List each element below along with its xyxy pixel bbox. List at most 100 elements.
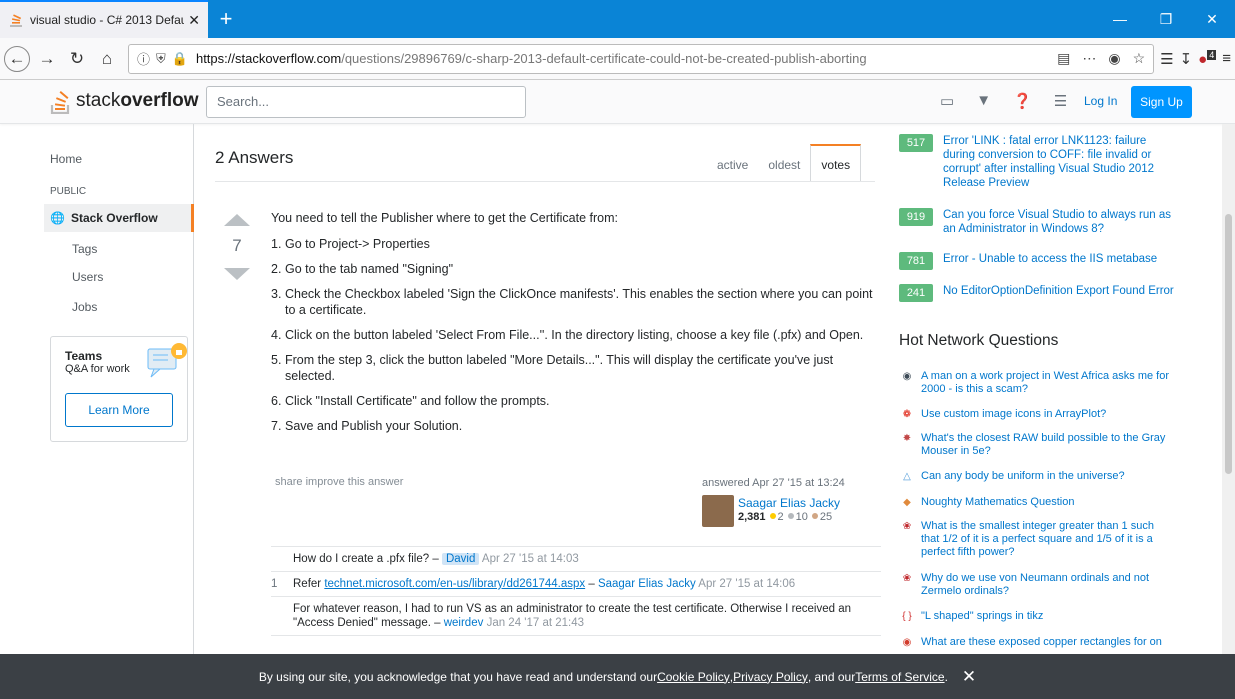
comment-user-link[interactable]: David — [441, 553, 480, 565]
hot-question-link[interactable]: Use custom image icons in ArrayPlot? — [921, 408, 1171, 421]
comments-list: How do I create a .pfx file? – David Apr… — [271, 546, 881, 636]
hot-question-link[interactable]: What is the smallest integer greater tha… — [921, 520, 1171, 559]
teams-promo: Teams Q&A for work Learn More — [50, 336, 188, 442]
hot-question-link[interactable]: A man on a work project in West Africa a… — [921, 370, 1171, 396]
stackoverflow-logo[interactable]: stack overflow — [50, 88, 198, 114]
window-controls: — ❐ ✕ — [1097, 0, 1235, 38]
lock-icon[interactable]: 🔒 — [172, 51, 188, 67]
bronze-badge-icon — [811, 513, 818, 519]
downvote-arrow-icon[interactable] — [224, 268, 250, 280]
search-input[interactable]: Search... — [206, 86, 526, 118]
upvote-arrow-icon[interactable] — [224, 214, 250, 226]
math-icon: ◆ — [903, 496, 911, 508]
divider — [215, 181, 875, 182]
related-question-link[interactable]: Error - Unable to access the IIS metabas… — [943, 252, 1178, 270]
site-switcher-icon[interactable]: ☰ — [1054, 92, 1067, 110]
hot-question-link[interactable]: What are these exposed copper rectangles… — [921, 636, 1171, 649]
privacy-policy-link[interactable]: Privacy Policy — [733, 670, 808, 684]
info-icon[interactable]: ⓘ — [137, 49, 150, 68]
hot-question-link[interactable]: Can any body be uniform in the universe? — [921, 470, 1171, 483]
main-content: 2 Answers active oldest votes 7 You need… — [195, 124, 881, 654]
answered-time: answered Apr 27 '15 at 13:24 — [702, 477, 845, 489]
scrollbar-thumb[interactable] — [1225, 214, 1232, 474]
avatar[interactable] — [702, 495, 734, 527]
url-bar[interactable]: ⓘ ⛨ 🔒 https://stackoverflow.com/question… — [128, 43, 1155, 74]
related-score-badge[interactable]: 781 — [899, 252, 933, 270]
tab-active[interactable]: active — [707, 144, 758, 182]
pocket-icon[interactable]: ◉ — [1108, 50, 1120, 67]
post-menu: share improve this answer — [275, 476, 403, 488]
comment-date[interactable]: Jan 24 '17 at 21:43 — [487, 617, 584, 629]
inbox-icon[interactable]: ▭ — [940, 92, 954, 110]
related-question-link[interactable]: No EditorOptionDefinition Export Found E… — [943, 284, 1178, 302]
cookie-policy-link[interactable]: Cookie Policy — [657, 670, 730, 684]
nav-stack-overflow[interactable]: 🌐 Stack Overflow — [44, 204, 194, 232]
related-question-link[interactable]: Error 'LINK : fatal error LNK1123: failu… — [943, 134, 1178, 190]
download-icon[interactable]: ↧ — [1180, 50, 1193, 68]
share-link[interactable]: share — [275, 476, 303, 488]
extension-icon[interactable]: ● 4 — [1198, 49, 1217, 68]
related-score-badge[interactable]: 241 — [899, 284, 933, 302]
comment-user-link[interactable]: Saagar Elias Jacky — [598, 578, 696, 590]
window-close-icon[interactable]: ✕ — [1189, 11, 1235, 28]
nav-tags[interactable]: Tags — [72, 242, 97, 256]
reader-view-icon[interactable]: ▤ — [1057, 50, 1070, 67]
page-actions-icon[interactable]: ⋯ — [1082, 50, 1096, 67]
teams-subtitle: Q&A for work — [65, 363, 130, 375]
vote-count: 7 — [232, 236, 242, 255]
hot-question-link[interactable]: Noughty Mathematics Question — [921, 496, 1171, 509]
list-item: 7. Save and Publish your Solution. — [271, 419, 463, 433]
related-score-badge[interactable]: 517 — [899, 134, 933, 152]
learn-more-button[interactable]: Learn More — [65, 393, 173, 427]
home-icon[interactable]: ⌂ — [92, 44, 122, 74]
login-link[interactable]: Log In — [1074, 88, 1127, 116]
back-icon[interactable]: ← — [4, 45, 30, 72]
stackoverflow-logo-icon — [50, 91, 70, 114]
restore-icon[interactable]: ❐ — [1143, 11, 1189, 28]
comment-score: 1 — [271, 578, 278, 590]
nav-jobs[interactable]: Jobs — [72, 300, 97, 314]
hot-question-link[interactable]: "L shaped" springs in tikz — [921, 610, 1171, 623]
comment-date[interactable]: Apr 27 '15 at 14:03 — [482, 553, 579, 565]
comment-date[interactable]: Apr 27 '15 at 14:06 — [698, 578, 795, 590]
tab-close-icon[interactable]: ✕ — [188, 12, 200, 29]
signup-button[interactable]: Sign Up — [1131, 86, 1192, 118]
left-sidebar: Home PUBLIC 🌐 Stack Overflow Tags Users … — [0, 124, 194, 654]
new-tab-button[interactable]: + — [208, 0, 244, 38]
comment-user-link[interactable]: weirdev — [444, 617, 484, 629]
hot-question-link[interactable]: Why do we use von Neumann ordinals and n… — [921, 572, 1171, 598]
tab-oldest[interactable]: oldest — [758, 144, 810, 182]
nav-section-public: PUBLIC — [50, 186, 87, 197]
stackoverflow-favicon-icon — [10, 14, 22, 27]
nav-home[interactable]: Home — [50, 152, 82, 166]
browser-tab-bar: visual studio - C# 2013 Default ✕ + — ❐ … — [0, 0, 1235, 38]
terms-of-service-link[interactable]: Terms of Service — [855, 670, 944, 684]
comment: For whatever reason, I had to run VS as … — [271, 597, 881, 636]
user-name-link[interactable]: Saagar Elias Jacky — [738, 496, 840, 510]
list-item: 1. Go to Project-> Properties — [271, 237, 430, 251]
cookie-close-icon[interactable]: ✕ — [962, 667, 976, 687]
hot-question-link[interactable]: What's the closest RAW build possible to… — [921, 432, 1171, 458]
comment: How do I create a .pfx file? – David Apr… — [271, 547, 881, 572]
tab-votes[interactable]: votes — [810, 144, 862, 182]
comment-link[interactable]: technet.microsoft.com/en-us/library/dd26… — [324, 578, 585, 590]
tracking-shield-icon[interactable]: ⛨ — [156, 51, 166, 67]
related-score-badge[interactable]: 919 — [899, 208, 933, 226]
help-icon[interactable]: ❓ — [1013, 92, 1032, 110]
nav-stack-overflow-label: Stack Overflow — [70, 211, 158, 225]
bookmark-star-icon[interactable]: ☆ — [1133, 50, 1146, 67]
reload-icon[interactable]: ↻ — [62, 44, 92, 74]
browser-tab[interactable]: visual studio - C# 2013 Default ✕ — [0, 0, 208, 38]
page-scrollbar[interactable] — [1222, 124, 1235, 654]
related-question-link[interactable]: Can you force Visual Studio to always ru… — [943, 208, 1178, 236]
improve-link[interactable]: improve this answer — [306, 476, 404, 488]
menu-icon[interactable]: ≡ — [1222, 50, 1231, 68]
teams-chat-bubble-icon — [147, 343, 187, 378]
library-icon[interactable]: ☰ — [1160, 50, 1173, 68]
forward-icon[interactable]: → — [32, 44, 62, 74]
related-question: 241 No EditorOptionDefinition Export Fou… — [899, 284, 1178, 302]
nav-users[interactable]: Users — [72, 270, 103, 284]
achievements-trophy-icon[interactable]: ▼ — [976, 92, 991, 110]
url-path: /questions/29896769/c-sharp-2013-default… — [341, 51, 867, 66]
minimize-icon[interactable]: — — [1097, 11, 1143, 27]
